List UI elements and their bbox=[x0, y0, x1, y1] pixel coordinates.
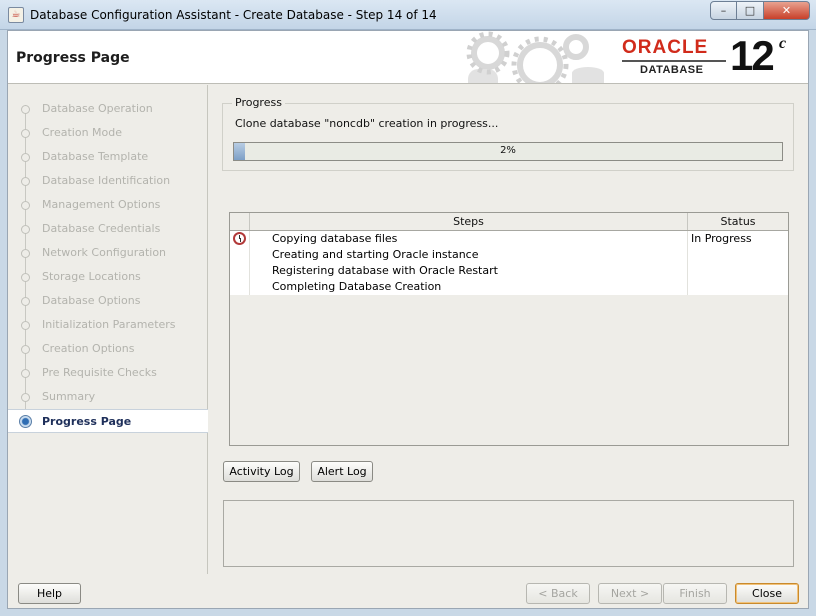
step-status: In Progress bbox=[691, 232, 752, 245]
nav-step-management-options[interactable]: Management Options bbox=[8, 193, 208, 217]
progress-percent: 2% bbox=[500, 145, 516, 156]
row-icon-cell bbox=[230, 231, 250, 247]
nav-step-initialization-parameters[interactable]: Initialization Parameters bbox=[8, 313, 208, 337]
nav-step-network-configuration[interactable]: Network Configuration bbox=[8, 241, 208, 265]
step-dot-icon bbox=[21, 201, 30, 210]
column-divider bbox=[687, 279, 688, 295]
finish-button[interactable]: Finish bbox=[663, 583, 727, 604]
step-name: Completing Database Creation bbox=[272, 280, 442, 293]
step-name: Registering database with Oracle Restart bbox=[272, 264, 498, 277]
close-icon[interactable]: ✕ bbox=[764, 1, 810, 20]
log-output-area[interactable] bbox=[223, 500, 794, 567]
gears-graphic bbox=[466, 31, 604, 83]
step-dot-icon bbox=[21, 345, 30, 354]
page-title: Progress Page bbox=[16, 50, 130, 66]
steps-table: Steps Status Copying database files In P… bbox=[229, 212, 789, 446]
window-titlebar: ☕ Database Configuration Assistant - Cre… bbox=[0, 0, 816, 30]
oracle-logo-text: ORACLE bbox=[622, 37, 709, 58]
progress-group: Progress Clone database "noncdb" creatio… bbox=[222, 96, 794, 171]
clock-icon bbox=[233, 232, 246, 245]
table-header: Steps Status bbox=[230, 213, 788, 231]
progress-message: Clone database "noncdb" creation in prog… bbox=[235, 117, 499, 130]
next-button[interactable]: Next > bbox=[598, 583, 662, 604]
step-navigation: Database Operation Creation Mode Databas… bbox=[8, 85, 208, 574]
table-row[interactable]: Copying database files In Progress bbox=[230, 231, 788, 247]
activity-log-button[interactable]: Activity Log bbox=[223, 461, 300, 482]
window-controls: – □ ✕ bbox=[710, 1, 810, 20]
step-dot-icon bbox=[21, 249, 30, 258]
nav-step-database-credentials[interactable]: Database Credentials bbox=[8, 217, 208, 241]
table-row[interactable]: Creating and starting Oracle instance bbox=[230, 247, 788, 263]
step-name: Copying database files bbox=[272, 232, 398, 245]
table-row[interactable]: Registering database with Oracle Restart bbox=[230, 263, 788, 279]
nav-step-database-template[interactable]: Database Template bbox=[8, 145, 208, 169]
column-divider bbox=[687, 263, 688, 279]
maximize-icon[interactable]: □ bbox=[737, 1, 764, 20]
logo-version: 12 bbox=[730, 32, 775, 79]
alert-log-button[interactable]: Alert Log bbox=[311, 461, 373, 482]
progress-group-label: Progress bbox=[232, 96, 285, 109]
progress-bar: 2% bbox=[233, 142, 783, 161]
nav-step-summary[interactable]: Summary bbox=[8, 385, 208, 409]
header-steps[interactable]: Steps bbox=[250, 213, 688, 230]
row-icon-cell bbox=[230, 279, 250, 295]
logo-product-text: DATABASE bbox=[640, 64, 704, 76]
row-icon-cell bbox=[230, 247, 250, 263]
step-dot-icon bbox=[21, 273, 30, 282]
header-banner: Progress Page ORACLE DATABASE 12 c bbox=[8, 31, 808, 84]
nav-step-creation-options[interactable]: Creation Options bbox=[8, 337, 208, 361]
step-dot-icon bbox=[21, 297, 30, 306]
header-status[interactable]: Status bbox=[688, 213, 788, 230]
close-button[interactable]: Close bbox=[735, 583, 799, 604]
step-dot-icon bbox=[21, 225, 30, 234]
step-dot-icon bbox=[21, 321, 30, 330]
help-button[interactable]: Help bbox=[18, 583, 81, 604]
column-divider bbox=[687, 231, 688, 247]
nav-step-creation-mode[interactable]: Creation Mode bbox=[8, 121, 208, 145]
row-icon-cell bbox=[230, 263, 250, 279]
window-title: Database Configuration Assistant - Creat… bbox=[30, 8, 437, 22]
logo-version-suffix: c bbox=[779, 35, 787, 52]
column-divider bbox=[687, 247, 688, 263]
step-dot-icon bbox=[21, 393, 30, 402]
back-button[interactable]: < Back bbox=[526, 583, 590, 604]
step-dot-icon bbox=[21, 369, 30, 378]
step-name: Creating and starting Oracle instance bbox=[272, 248, 479, 261]
nav-step-database-identification[interactable]: Database Identification bbox=[8, 169, 208, 193]
dialog-client-area: Progress Page ORACLE DATABASE 12 c Datab… bbox=[7, 30, 809, 609]
nav-step-database-options[interactable]: Database Options bbox=[8, 289, 208, 313]
header-icon-column bbox=[230, 213, 250, 230]
current-step-icon bbox=[19, 415, 32, 428]
step-dot-icon bbox=[21, 105, 30, 114]
nav-step-storage-locations[interactable]: Storage Locations bbox=[8, 265, 208, 289]
nav-step-progress-page[interactable]: Progress Page bbox=[8, 409, 208, 433]
java-cup-icon: ☕ bbox=[8, 7, 24, 23]
step-dot-icon bbox=[21, 177, 30, 186]
table-row[interactable]: Completing Database Creation bbox=[230, 279, 788, 295]
nav-step-pre-requisite-checks[interactable]: Pre Requisite Checks bbox=[8, 361, 208, 385]
logo-divider bbox=[622, 60, 726, 62]
nav-step-database-operation[interactable]: Database Operation bbox=[8, 97, 208, 121]
step-dot-icon bbox=[21, 153, 30, 162]
minimize-icon[interactable]: – bbox=[710, 1, 737, 20]
step-dot-icon bbox=[21, 129, 30, 138]
